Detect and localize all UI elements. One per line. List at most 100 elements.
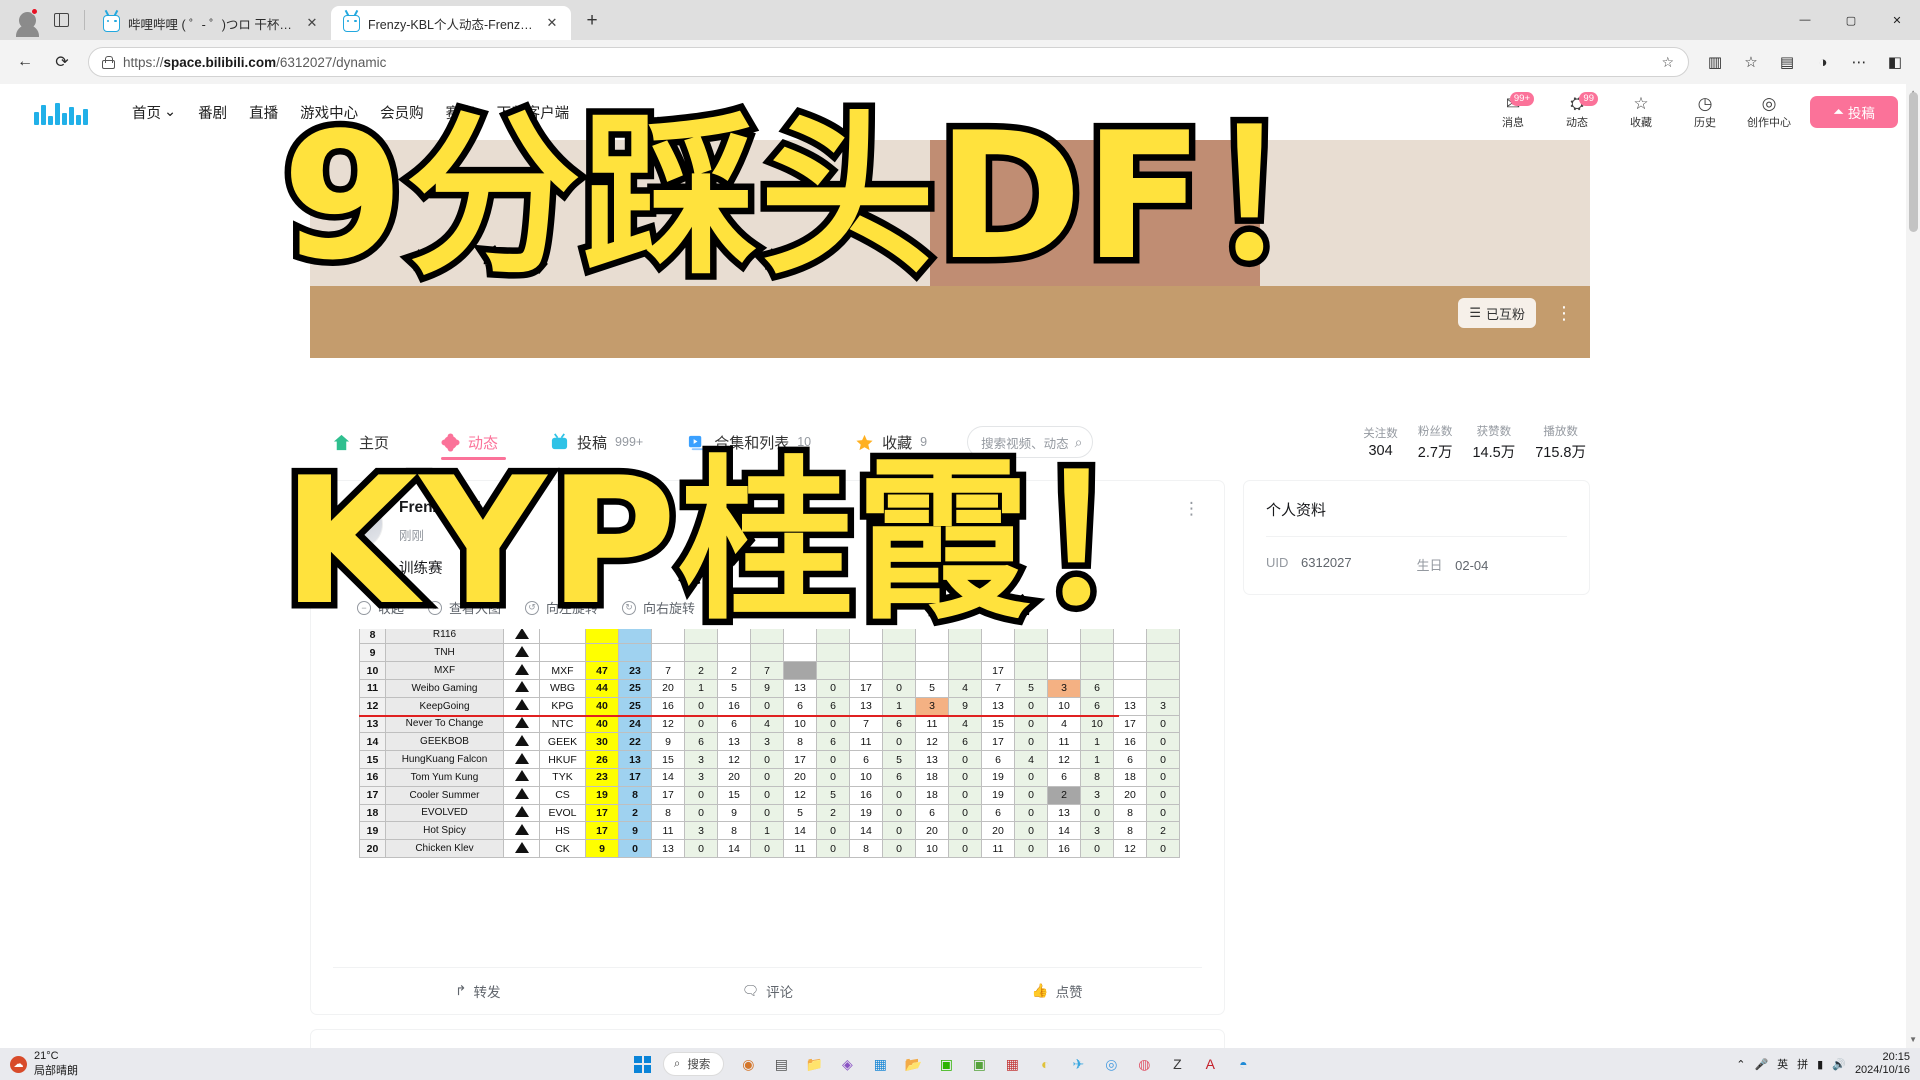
taskbar-clock[interactable]: 20:15 2024/10/16	[1855, 1051, 1910, 1077]
stat-label: 播放数	[1543, 425, 1578, 438]
widgets-icon[interactable]: ▤	[768, 1051, 794, 1077]
score-cell: 2	[816, 803, 850, 823]
score-cell: 11	[783, 839, 817, 858]
banner-more-icon[interactable]: ⋮	[1555, 298, 1573, 328]
ime-indicator[interactable]: 拼	[1797, 1056, 1808, 1072]
qq-icon[interactable]: ◍	[1131, 1051, 1157, 1077]
sidebar-icon[interactable]: ◧	[1878, 45, 1912, 79]
score-cell: 9	[651, 732, 685, 752]
score-cell: 0	[750, 839, 784, 858]
telegram-icon[interactable]: ✈	[1065, 1051, 1091, 1077]
zotero-icon[interactable]: Z	[1164, 1051, 1190, 1077]
copilot-icon[interactable]: ◉	[735, 1051, 761, 1077]
reload-button[interactable]: ⟳	[45, 45, 79, 79]
score-cell: 0	[1014, 767, 1048, 787]
score-cell: 2	[684, 661, 718, 680]
score-cell: 20	[1113, 785, 1147, 805]
score-cell	[1146, 661, 1180, 680]
header-dynamic[interactable]: 99 ⛭ 动态	[1554, 91, 1600, 130]
file-explorer-icon[interactable]: 📁	[801, 1051, 827, 1077]
score-cell: 3	[684, 750, 718, 769]
windows-start-icon[interactable]	[630, 1051, 656, 1077]
team-abbr-cell: HS	[539, 821, 586, 841]
score-cell: 0	[1080, 839, 1114, 858]
header-label: 消息	[1502, 116, 1524, 129]
like-button[interactable]: 👍 点赞	[912, 968, 1202, 1014]
browser-profile-button[interactable]	[10, 3, 44, 37]
team-abbr-cell: HKUF	[539, 750, 586, 769]
maximize-button[interactable]: ▢	[1828, 0, 1874, 40]
player-icon[interactable]: ▦	[999, 1051, 1025, 1077]
stat-likes: 获赞数 14.5万	[1472, 423, 1515, 462]
language-indicator[interactable]: 英	[1777, 1056, 1788, 1072]
dynamic-badge: 99	[1579, 91, 1598, 106]
score-cell: 6	[1113, 750, 1147, 769]
action-label: 评论	[766, 985, 794, 1000]
browser-essentials-icon[interactable]: ◑	[1806, 45, 1840, 79]
volume-icon[interactable]: 🔊	[1832, 1058, 1846, 1071]
close-tab-icon[interactable]: ✕	[543, 14, 561, 32]
nav-item-home[interactable]: 首页 ⌄	[132, 102, 176, 123]
total-cell: 40	[585, 696, 619, 716]
split-screen-icon[interactable]: ▥	[1698, 45, 1732, 79]
table-row: 19 Hot Spicy HS 17 9 11 3 8 1 14 0 14 0 20 0 20 0 14 3 8 2	[359, 821, 1180, 841]
bookmark-star-icon[interactable]: ☆	[1655, 54, 1680, 71]
scrollbar-thumb[interactable]	[1909, 92, 1918, 232]
paint-icon[interactable]: ◐	[1032, 1051, 1058, 1077]
header-history[interactable]: ◷ 历史	[1682, 95, 1728, 130]
weather-widget[interactable]: ☁ 21°C 局部晴朗	[0, 1050, 150, 1078]
score-cell: 15	[717, 785, 751, 805]
score-cell: 0	[948, 803, 982, 823]
header-messages[interactable]: 99+ ✉ 消息	[1490, 91, 1536, 130]
network-icon[interactable]: ▮	[1817, 1058, 1823, 1071]
store-icon[interactable]: ◈	[834, 1051, 860, 1077]
mic-icon[interactable]: 🎤	[1754, 1058, 1768, 1071]
tab-actions-icon[interactable]	[44, 3, 78, 37]
minimize-button[interactable]: —	[1782, 0, 1828, 40]
taskbar-search[interactable]: ⌕ 搜索	[662, 1052, 725, 1076]
nav-item-bangumi[interactable]: 番剧	[198, 102, 227, 123]
bilibili-logo[interactable]	[34, 99, 98, 125]
comment-button[interactable]: 🗨 评论	[623, 968, 913, 1014]
kills-cell: 9	[618, 821, 652, 841]
close-window-button[interactable]: ✕	[1874, 0, 1920, 40]
new-tab-button[interactable]: +	[577, 6, 607, 36]
score-cell: 6	[816, 732, 850, 752]
total-cell: 9	[585, 839, 619, 858]
nav-item-live[interactable]: 直播	[249, 102, 278, 123]
collections-icon[interactable]: ▤	[1770, 45, 1804, 79]
list-icon: ☰	[1469, 305, 1481, 320]
favorites-icon[interactable]: ☆	[1734, 45, 1768, 79]
close-tab-icon[interactable]: ✕	[303, 14, 321, 32]
scoreboard-image[interactable]: 1Sharkara2VK Gaming3DreamFire4CtrlAltDel…	[333, 629, 1202, 959]
score-cell: 0	[684, 785, 718, 805]
browser-tab-2[interactable]: Frenzy-KBL个人动态-Frenzy-KBL京 ✕	[331, 6, 571, 40]
folder-icon[interactable]: 📂	[900, 1051, 926, 1077]
header-creator[interactable]: ◎ 创作中心	[1746, 95, 1792, 130]
settings-more-icon[interactable]: ⋯	[1842, 45, 1876, 79]
score-cell: 0	[882, 803, 916, 823]
header-favorites[interactable]: ☆ 收藏	[1618, 95, 1664, 130]
team-logo-cell	[503, 785, 540, 805]
camera-icon[interactable]: ◎	[1098, 1051, 1124, 1077]
mutual-follow-button[interactable]: ☰ 已互粉	[1458, 298, 1536, 328]
score-cell: 5	[1014, 678, 1048, 698]
edge-active-icon[interactable]: ◓	[1230, 1051, 1256, 1077]
adobe-icon[interactable]: A	[1197, 1051, 1223, 1077]
team-name-cell: EVOLVED	[385, 803, 504, 823]
scroll-down-arrow[interactable]: ▼	[1909, 1035, 1917, 1044]
score-cell: 16	[1113, 732, 1147, 752]
browser-tab-1[interactable]: 哔哩哔哩 ( ゜- ゜)つロ 干杯~-bilibi ✕	[91, 6, 331, 40]
upload-button[interactable]: ⏶ 投稿	[1810, 96, 1898, 128]
rank-cell: 20	[359, 839, 386, 858]
back-button[interactable]: ←	[8, 45, 42, 79]
video-icon[interactable]: ▣	[966, 1051, 992, 1077]
sidebar-info-row: UID 6312027 生日 02-04	[1266, 555, 1567, 574]
share-button[interactable]: ↱ 转发	[333, 968, 623, 1014]
mail-icon[interactable]: ▦	[867, 1051, 893, 1077]
wechat-icon[interactable]: ▣	[933, 1051, 959, 1077]
team-abbr-cell: KPG	[539, 696, 586, 716]
tray-chevron-icon[interactable]: ⌃	[1736, 1058, 1745, 1071]
star-icon: ☆	[1633, 93, 1649, 113]
score-cell: 1	[1080, 750, 1114, 769]
